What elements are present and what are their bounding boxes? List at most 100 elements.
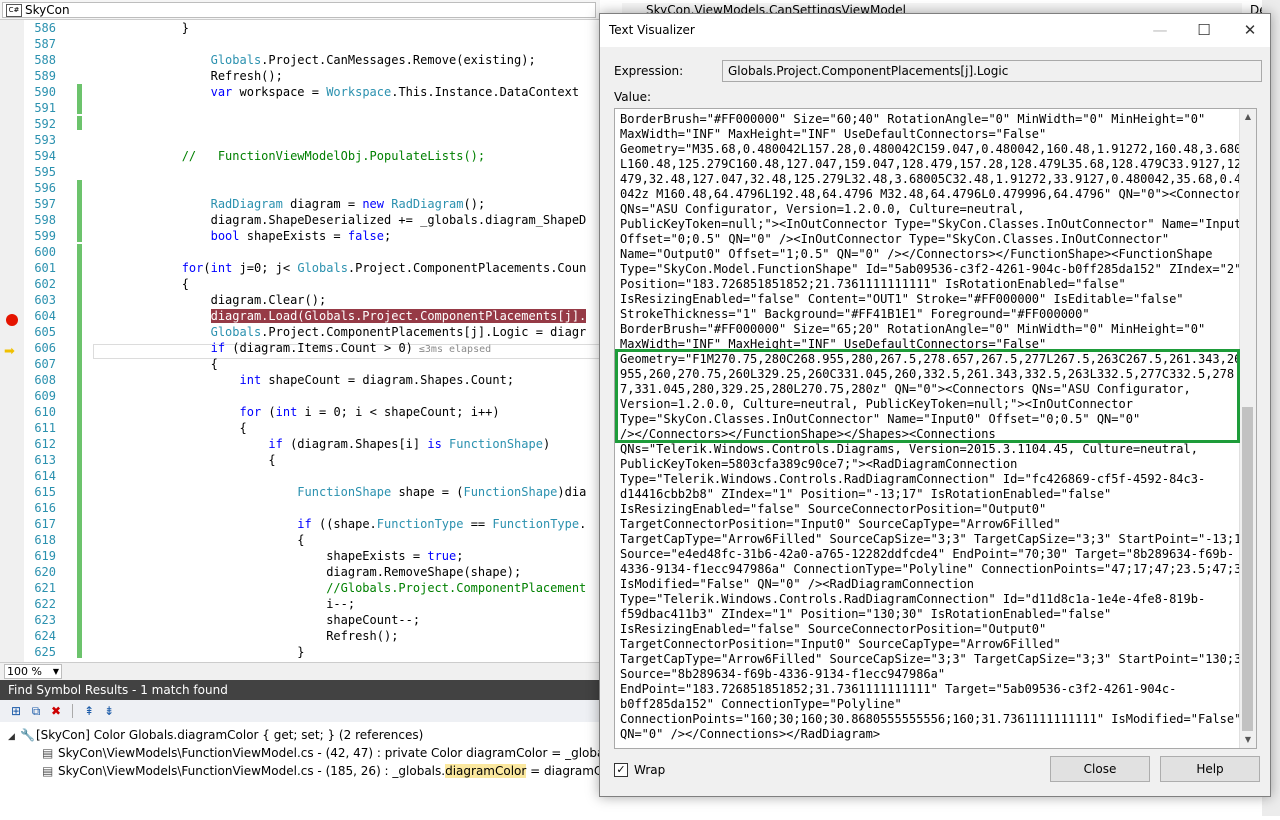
project-scope-dropdown[interactable]: C# SkyCon: [2, 2, 596, 18]
line-number: 625: [34, 645, 56, 659]
code-line[interactable]: Refresh();: [95, 68, 586, 84]
wrap-checkbox[interactable]: ✓ Wrap: [614, 763, 665, 777]
go-to-previous-icon[interactable]: ⇞: [81, 703, 97, 719]
expand-triangle-icon[interactable]: ◢: [8, 728, 20, 746]
line-number: 597: [34, 197, 56, 211]
code-line[interactable]: for (int i = 0; i < shapeCount; i++): [95, 404, 586, 420]
code-line[interactable]: Refresh();: [95, 628, 586, 644]
value-line: ConnectionPoints="160;30;160;30.86805555…: [620, 712, 1242, 726]
line-number: 590: [34, 85, 56, 99]
find-results-toolbar: ⊞ ⧉ ✖ ⇞ ⇟: [0, 700, 600, 722]
value-line: Name="Output0" Offset="1;0.5" QN="0" /><…: [620, 247, 1213, 261]
go-to-next-icon[interactable]: ⇟: [101, 703, 117, 719]
code-line[interactable]: }: [95, 644, 586, 660]
value-line: IsResizingEnabled="false" SourceConnecto…: [620, 502, 1047, 516]
code-line[interactable]: Globals.Project.CanMessages.Remove(exist…: [95, 52, 586, 68]
code-line[interactable]: if ((shape.FunctionType == FunctionType.: [95, 516, 586, 532]
result-root-node[interactable]: ◢ 🔧[SkyCon] Color Globals.diagramColor { …: [0, 726, 600, 744]
code-line[interactable]: [95, 116, 586, 132]
line-number: 616: [34, 501, 56, 515]
code-line[interactable]: diagram.ShapeDeserialized += _globals.di…: [95, 212, 587, 228]
glyph-margin[interactable]: [0, 20, 24, 662]
value-line: Geometry="M35.68,0.480042L157.28,0.48004…: [620, 142, 1256, 156]
value-line: TargetConnectorPosition="Input0" SourceC…: [620, 637, 1061, 651]
code-line[interactable]: [95, 180, 586, 196]
zoom-level-dropdown[interactable]: 100 % ▼: [4, 664, 62, 679]
code-line[interactable]: {: [95, 356, 586, 372]
code-line[interactable]: if (diagram.Items.Count > 0) ≤3ms elapsed: [95, 340, 586, 356]
change-marker: [77, 84, 82, 114]
code-line[interactable]: for(int j=0; j< Globals.Project.Componen…: [95, 260, 587, 276]
line-number: 598: [34, 213, 56, 227]
wrench-icon: 🔧: [20, 728, 35, 742]
code-line[interactable]: [95, 500, 586, 516]
code-line[interactable]: RadDiagram diagram = new RadDiagram();: [95, 196, 586, 212]
code-line[interactable]: [95, 36, 586, 52]
value-textbox[interactable]: BorderBrush="#FF000000" Size="60;40" Rot…: [614, 108, 1257, 749]
code-line[interactable]: int shapeCount = diagram.Shapes.Count;: [95, 372, 586, 388]
code-line[interactable]: Globals.Project.ComponentPlacements[j].L…: [95, 324, 587, 340]
editor-status-bar: 100 % ▼: [0, 662, 600, 680]
code-line[interactable]: shapeCount--;: [95, 612, 586, 628]
code-line[interactable]: [95, 388, 586, 404]
code-line[interactable]: [95, 100, 586, 116]
code-line[interactable]: diagram.Clear();: [95, 292, 586, 308]
perf-tip[interactable]: ≤3ms elapsed: [419, 344, 491, 355]
code-line[interactable]: }: [95, 20, 586, 36]
code-line[interactable]: [95, 468, 586, 484]
code-line[interactable]: {: [95, 532, 586, 548]
breakpoint-icon[interactable]: [6, 314, 18, 326]
code-line[interactable]: [95, 244, 586, 260]
code-line[interactable]: {: [95, 276, 586, 292]
scrollbar-thumb[interactable]: [1242, 407, 1253, 731]
code-line[interactable]: FunctionShape shape = (FunctionShape)dia: [95, 484, 586, 500]
copy-icon[interactable]: ⧉: [28, 703, 44, 719]
help-button[interactable]: Help: [1160, 756, 1260, 782]
code-line[interactable]: {: [95, 420, 586, 436]
code-line[interactable]: {: [95, 452, 586, 468]
line-number: 589: [34, 69, 56, 83]
value-line: Source="8b289634-f69b-4336-9134-f1ecc947…: [620, 667, 946, 681]
value-line: IsResizingEnabled="false" Content="OUT1"…: [620, 292, 1184, 306]
code-line[interactable]: diagram.RemoveShape(shape);: [95, 564, 586, 580]
code-line[interactable]: diagram.Load(Globals.Project.ComponentPl…: [95, 308, 587, 324]
code-editor[interactable]: ➡ 586 587 588 589 590 591 592 593 594 595 596 597 59…: [0, 20, 600, 662]
code-lines: } Globals.Project.CanMessages.Remove(exi…: [95, 20, 587, 660]
value-line: Position="183.726851851852;21.7361111111…: [620, 277, 1126, 291]
clear-all-icon[interactable]: ✖: [48, 703, 64, 719]
code-line[interactable]: //Globals.Project.ComponentPlacement: [95, 580, 586, 596]
code-line[interactable]: i--;: [95, 596, 586, 612]
value-line: /></Connectors></FunctionShape></Shapes>…: [620, 427, 996, 441]
code-line[interactable]: var workspace = Workspace.This.Instance.…: [95, 84, 586, 100]
value-line: BorderBrush="#FF000000" Size="65;20" Rot…: [620, 322, 1206, 336]
code-line[interactable]: [95, 164, 586, 180]
find-results-tree: ◢ 🔧[SkyCon] Color Globals.diagramColor { …: [0, 722, 668, 820]
line-number: 606: [34, 341, 56, 355]
value-line: BorderBrush="#FF000000" Size="60;40" Rot…: [620, 112, 1206, 126]
code-line[interactable]: if (diagram.Shapes[i] is FunctionShape): [95, 436, 586, 452]
line-number: 613: [34, 453, 56, 467]
close-button[interactable]: Close: [1050, 756, 1150, 782]
project-scope-label: SkyCon: [25, 3, 70, 17]
wrap-checkbox-box[interactable]: ✓: [614, 763, 628, 777]
code-line[interactable]: bool shapeExists = false;: [95, 228, 586, 244]
minimize-icon[interactable]: —: [1146, 20, 1174, 40]
code-line[interactable]: [95, 132, 586, 148]
dialog-titlebar[interactable]: Text Visualizer — ☐ ✕: [600, 14, 1270, 47]
change-marker: [77, 116, 82, 130]
scroll-up-icon[interactable]: ▲: [1240, 109, 1256, 125]
value-line: QN="0" /></Connections></RadDiagram>: [620, 727, 881, 741]
code-line[interactable]: // FunctionViewModelObj.PopulateLists();: [95, 148, 586, 164]
maximize-icon[interactable]: ☐: [1190, 20, 1218, 40]
value-line: MaxWidth="INF" MaxHeight="INF" UseDefaul…: [620, 337, 1047, 351]
group-by-icon[interactable]: ⊞: [8, 703, 24, 719]
code-line[interactable]: shapeExists = true;: [95, 548, 586, 564]
result-item-1[interactable]: ▤ SkyCon\ViewModels\FunctionViewModel.cs …: [0, 744, 668, 762]
value-line: b0ff285da152" ConnectionType="Polyline": [620, 697, 902, 711]
expression-field[interactable]: Globals.Project.ComponentPlacements[j].L…: [722, 60, 1262, 82]
close-icon[interactable]: ✕: [1236, 20, 1264, 40]
value-vertical-scrollbar[interactable]: ▲ ▼: [1239, 109, 1256, 748]
result-item-2[interactable]: ▤ SkyCon\ViewModels\FunctionViewModel.cs …: [0, 762, 629, 780]
value-line: StrokeThickness="1" Background="#FF41B1E…: [620, 307, 1090, 321]
scroll-down-icon[interactable]: ▼: [1240, 732, 1256, 748]
